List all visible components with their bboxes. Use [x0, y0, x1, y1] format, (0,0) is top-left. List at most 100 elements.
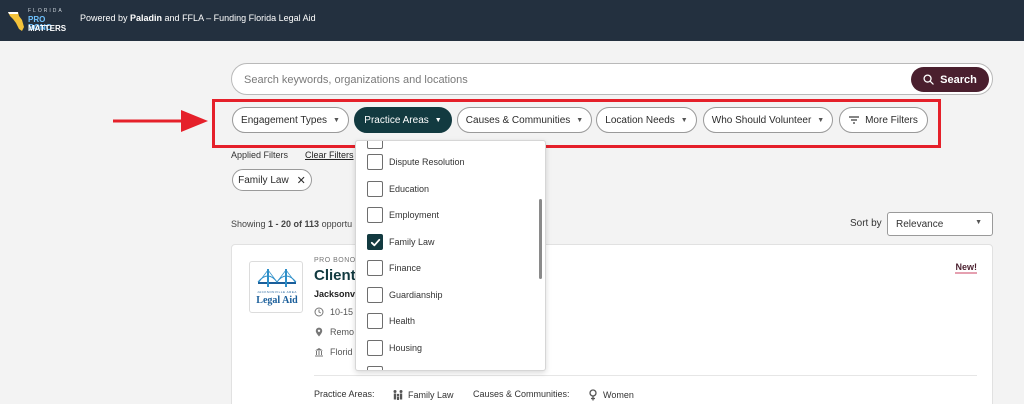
checkbox[interactable] [367, 260, 383, 276]
sort-select[interactable]: Relevance ▼ [887, 212, 993, 236]
checkbox-checked[interactable] [367, 234, 383, 250]
practice-areas-dropdown[interactable]: Dispute Resolution Education Employment … [355, 140, 546, 371]
practice-area-value: Family Law [408, 390, 454, 400]
caret-down-icon: ▼ [975, 219, 982, 226]
card-divider [314, 375, 977, 376]
checkbox[interactable] [367, 207, 383, 223]
search-icon [923, 74, 934, 85]
option-label: Guardianship [389, 290, 443, 300]
organization-name[interactable]: Jacksonv [314, 289, 355, 299]
logo-name: Legal Aid [256, 295, 298, 306]
logo-subtitle: JACKSONVILLE AREA [257, 290, 297, 294]
cause-value: Women [603, 390, 634, 400]
dropdown-option-education[interactable]: Education [367, 181, 429, 197]
search-bar: Search [231, 63, 993, 95]
meta-venue: Florid [314, 347, 353, 357]
female-symbol-icon [589, 389, 597, 401]
meta-venue-text: Florid [330, 347, 353, 357]
caret-down-icon: ▼ [576, 116, 584, 124]
meta-time: 10-15 [314, 307, 353, 317]
caret-down-icon: ▼ [434, 116, 442, 124]
checkbox[interactable] [367, 340, 383, 356]
florida-icon [8, 12, 24, 31]
top-bar: FLORIDA PRO BONO MATTERS Powered by Pala… [0, 0, 1024, 41]
building-icon [315, 348, 323, 357]
filter-label: Causes & Communities [465, 114, 571, 126]
option-label: Dispute Resolution [389, 157, 465, 167]
filter-practice-areas[interactable]: Practice Areas ▼ [354, 107, 452, 133]
practice-areas-label: Practice Areas: [314, 389, 375, 399]
org-type-label: PRO BONO [314, 257, 356, 264]
dropdown-option-housing[interactable]: Housing [367, 340, 422, 356]
powered-by-text: Powered by Paladin and FFLA – Funding Fl… [80, 13, 316, 23]
practice-area-tag: Family Law [392, 389, 454, 401]
causes-label: Causes & Communities: [473, 389, 570, 399]
option-label: Education [389, 184, 430, 194]
checkbox[interactable] [367, 181, 383, 197]
results-count: Showing 1 - 20 of 113 opportu [231, 219, 352, 229]
powered-bold: Paladin [130, 13, 163, 23]
showing-range: 1 - 20 of 113 [268, 219, 320, 229]
family-icon [393, 390, 403, 400]
sort-value: Relevance [896, 218, 944, 230]
dropdown-option-employment[interactable]: Employment [367, 207, 439, 223]
location-pin-icon [315, 327, 323, 337]
close-icon[interactable]: ✕ [297, 174, 306, 187]
dropdown-option-partial[interactable] [367, 141, 383, 149]
opportunity-title[interactable]: Client [314, 267, 356, 284]
caret-down-icon: ▼ [333, 116, 340, 124]
logo-line-3: MATTERS [28, 24, 67, 33]
option-label: Finance [389, 263, 422, 273]
cause-tag: Women [587, 389, 634, 401]
tag-label: Family Law [238, 174, 289, 186]
filter-lines-icon [849, 116, 860, 124]
search-input[interactable] [244, 71, 864, 89]
meta-location-text: Remo [330, 327, 355, 337]
search-button[interactable]: Search [911, 67, 989, 92]
checkbox[interactable] [367, 141, 383, 149]
option-label: Employment [389, 210, 440, 220]
filter-causes-communities[interactable]: Causes & Communities ▼ [457, 107, 592, 133]
option-label: Housing [389, 343, 423, 353]
powered-suffix: and FFLA – Funding Florida Legal Aid [162, 13, 316, 23]
logo-line-1: FLORIDA [28, 8, 64, 14]
new-badge: New! [955, 262, 977, 274]
caret-down-icon: ▼ [680, 116, 688, 124]
dropdown-option-dispute-resolution[interactable]: Dispute Resolution [367, 154, 465, 170]
dropdown-option-guardianship[interactable]: Guardianship [367, 287, 443, 303]
search-button-label: Search [940, 73, 977, 86]
filter-label: More Filters [865, 114, 918, 126]
filter-label: Engagement Types [241, 114, 328, 126]
option-label: Family Law [389, 237, 435, 247]
dropdown-option-family-law[interactable]: Family Law [367, 234, 435, 250]
clear-filters-link[interactable]: Clear Filters [305, 150, 354, 160]
dropdown-option-health[interactable]: Health [367, 313, 415, 329]
filter-who-should-volunteer[interactable]: Who Should Volunteer ▼ [703, 107, 833, 133]
applied-filter-tag[interactable]: Family Law ✕ [232, 169, 312, 191]
dropdown-option-partial-bottom[interactable] [367, 366, 383, 370]
filter-engagement-types[interactable]: Engagement Types ▼ [232, 107, 349, 133]
caret-down-icon: ▼ [817, 116, 825, 124]
filter-label: Who Should Volunteer [711, 114, 812, 126]
filter-label: Location Needs [605, 114, 675, 126]
checkbox[interactable] [367, 287, 383, 303]
powered-prefix: Powered by [80, 13, 131, 23]
filter-label: Practice Areas [364, 114, 429, 126]
option-label: Health [389, 316, 416, 326]
opportunity-card[interactable]: JACKSONVILLE AREA Legal Aid PRO BONO Cli… [231, 244, 993, 404]
showing-prefix: Showing [231, 219, 269, 229]
meta-time-text: 10-15 [330, 307, 354, 317]
red-arrow-annotation [113, 110, 208, 132]
dropdown-option-finance[interactable]: Finance [367, 260, 421, 276]
filter-location-needs[interactable]: Location Needs ▼ [596, 107, 697, 133]
checkbox[interactable] [367, 313, 383, 329]
checkbox[interactable] [367, 366, 383, 370]
check-icon [370, 238, 380, 246]
bridge-logo-icon [257, 269, 297, 287]
dropdown-scrollbar[interactable] [539, 199, 542, 279]
filter-more-filters[interactable]: More Filters [839, 107, 928, 133]
site-logo[interactable]: FLORIDA PRO BONO MATTERS [7, 7, 71, 35]
checkbox[interactable] [367, 154, 383, 170]
sort-by-label: Sort by [850, 218, 882, 229]
showing-suffix: opportu [319, 219, 353, 229]
